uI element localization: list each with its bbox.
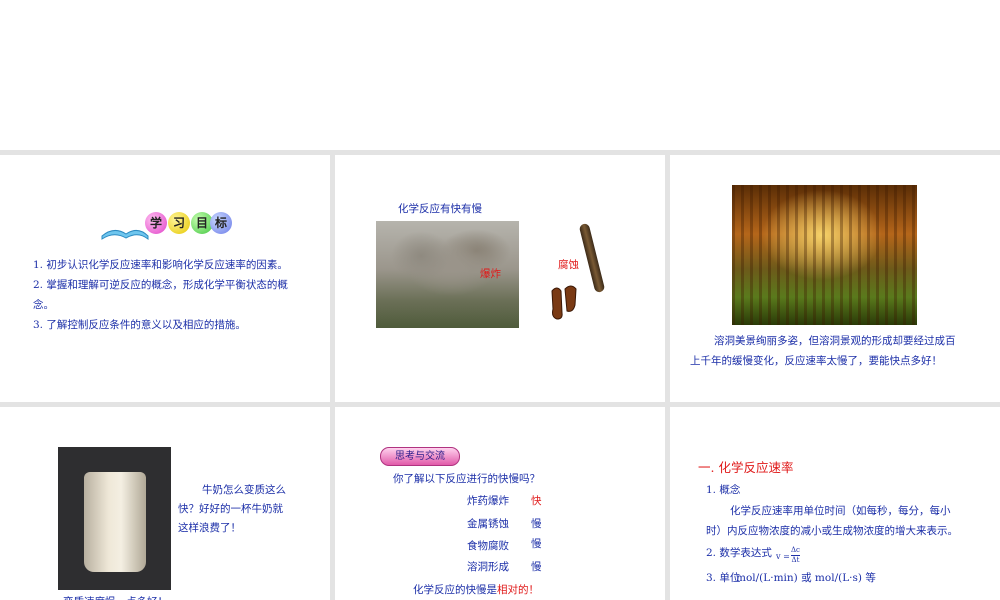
unit-value: mol/(L·min) 或 mol/(L·s) 等 — [736, 572, 876, 584]
karst-cave-photo — [732, 185, 917, 325]
conclusion-prefix: 化学反应的快慢是 — [413, 584, 497, 596]
reaction-speed-4: 慢 — [531, 561, 542, 573]
objective-item-2: 2. 掌握和理解可逆反应的概念，形成化学平衡状态的概 — [33, 279, 288, 291]
conclusion-emphasis: 相对的！ — [497, 584, 539, 596]
concept-label: 1. 概念 — [706, 484, 741, 496]
cave-caption-line-1: 溶洞美景绚丽多姿，但溶洞景观的形成却要经过成百 — [714, 335, 956, 347]
milk-glass — [84, 472, 146, 572]
spoiled-milk-photo — [58, 447, 171, 590]
banner-char-1: 学 — [145, 212, 167, 234]
slide-thumbnail-1[interactable]: 学 习 目 标 1. 初步认识化学反应速率和影响化学反应速率的因素。 2. 掌握… — [0, 155, 330, 402]
formula-denominator: Δt — [791, 555, 800, 564]
explosion-photo: 爆炸 — [376, 221, 519, 328]
milk-text-line-2: 快？好好的一杯牛奶就 — [178, 503, 283, 515]
reaction-speed-2: 慢 — [531, 518, 542, 530]
slide-thumbnail-3[interactable]: 溶洞美景绚丽多姿，但溶洞景观的形成却要经过成百 上千年的缓慢变化，反应速率太慢了… — [670, 155, 1000, 402]
open-book-icon — [101, 230, 149, 240]
explosion-label: 爆炸 — [480, 268, 501, 280]
milk-text-line-3: 这样浪费了！ — [178, 522, 241, 534]
reaction-name-2: 金属锈蚀 — [467, 518, 509, 530]
banner-char-2: 习 — [168, 212, 190, 234]
reaction-name-4: 溶洞形成 — [467, 561, 509, 573]
objective-item-1: 1. 初步认识化学反应速率和影响化学反应速率的因素。 — [33, 259, 288, 271]
milk-text-line-1: 牛奶怎么变质这么 — [202, 484, 286, 496]
rusted-rod-image — [578, 222, 606, 294]
section-heading: 一. 化学反应速率 — [698, 460, 794, 475]
reaction-speed-1: 快 — [531, 495, 542, 507]
slide-thumbnail-4[interactable]: 牛奶怎么变质这么 快？好好的一杯牛奶就 这样浪费了！ 变质速度慢一点多好！ — [0, 407, 330, 600]
reaction-speed-3: 慢 — [531, 538, 542, 550]
slide-title: 化学反应有快有慢 — [398, 203, 482, 215]
slide-thumbnail-2[interactable]: 化学反应有快有慢 爆炸 腐蚀 — [335, 155, 665, 402]
think-discuss-badge: 思考与交流 — [380, 447, 460, 466]
reaction-question: 你了解以下反应进行的快慢吗？ — [393, 473, 540, 485]
reaction-conclusion: 化学反应的快慢是相对的！ — [413, 580, 539, 600]
formula-numerator: Δc — [791, 546, 800, 554]
learning-objectives-banner: 学 习 目 标 — [100, 212, 240, 242]
objective-item-3: 3. 了解控制反应条件的意义以及相应的措施。 — [33, 319, 246, 331]
milk-bottom-text: 变质速度慢一点多好！ — [63, 592, 168, 600]
formula-lhs: v = — [776, 552, 790, 561]
concept-line-1: 化学反应速率用单位时间（如每秒，每分，每小 — [730, 505, 951, 517]
objective-item-2-cont: 念。 — [33, 299, 54, 311]
concept-line-2: 时）内反应物浓度的减小或生成物浓度的增大来表示。 — [706, 525, 958, 537]
rusted-metal-image — [551, 285, 577, 320]
reaction-name-3: 食物腐败 — [467, 540, 509, 552]
cave-caption-line-2: 上千年的缓慢变化，反应速率太慢了，要能快点多好！ — [690, 355, 942, 367]
formula-label: 2. 数学表达式 — [706, 547, 772, 559]
reaction-name-1: 炸药爆炸 — [467, 495, 509, 507]
formula-fraction: Δc Δt — [791, 546, 800, 565]
corrosion-label: 腐蚀 — [558, 259, 579, 271]
slide-thumbnail-6[interactable]: 一. 化学反应速率 1. 概念 化学反应速率用单位时间（如每秒，每分，每小 时）… — [670, 407, 1000, 600]
slide-thumbnail-5[interactable]: 思考与交流 你了解以下反应进行的快慢吗？ 炸药爆炸 快 金属锈蚀 慢 食物腐败 … — [335, 407, 665, 600]
banner-char-4: 标 — [210, 212, 232, 234]
